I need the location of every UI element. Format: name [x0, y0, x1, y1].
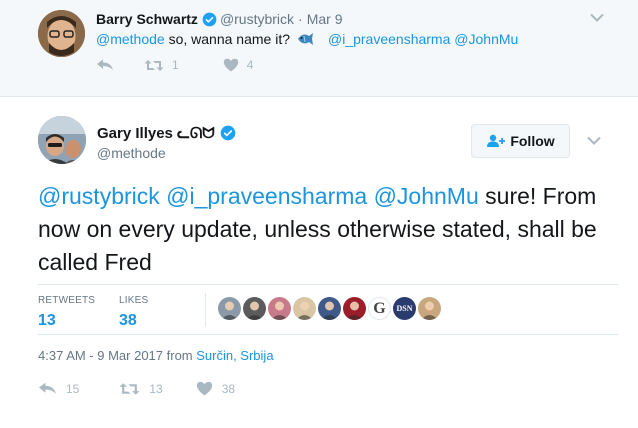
heart-icon — [196, 381, 212, 396]
location-link[interactable]: Surčin, Srbija — [196, 348, 273, 363]
retweets-value: 13 — [38, 312, 56, 329]
verified-badge-icon — [202, 12, 217, 26]
retweet-count: 13 — [149, 381, 163, 396]
reply-count: 15 — [66, 381, 80, 396]
barry-avatar[interactable] — [38, 10, 85, 57]
mention-links[interactable]: @rustybrick @i_praveensharma @JohnMu — [38, 183, 479, 209]
liker-avatar[interactable] — [343, 297, 366, 320]
main-handle[interactable]: @methode — [97, 145, 166, 161]
liker-avatar[interactable] — [218, 297, 241, 320]
reply-button[interactable] — [96, 59, 122, 71]
like-count: 38 — [221, 381, 236, 396]
retweet-icon — [144, 59, 164, 71]
parent-action-bar: 1 4 — [96, 58, 287, 72]
like-count: 4 — [246, 58, 254, 72]
liker-avatar[interactable]: G — [368, 297, 391, 320]
parent-tweet[interactable]: Barry Schwartz @rustybrick · Mar 9 @meth… — [0, 0, 638, 97]
likes-value: 38 — [119, 312, 137, 329]
parent-handle[interactable]: @rustybrick — [220, 11, 294, 27]
retweets-label: RETWEETS — [38, 295, 96, 306]
mention-link[interactable]: @methode — [96, 31, 165, 47]
mention-link[interactable]: @i_praveensharma — [328, 31, 450, 47]
like-button[interactable]: 4 — [223, 58, 254, 72]
likes-label: LIKES — [119, 295, 149, 306]
retweets-stat[interactable]: RETWEETS 13 — [38, 295, 95, 330]
retweet-icon — [119, 382, 140, 395]
tweet-stats: RETWEETS 13 LIKES 38 G DSN — [38, 284, 618, 335]
chevron-down-icon[interactable] — [590, 13, 604, 22]
tweet-timestamp: 4:37 AM - 9 Mar 2017 from Surčin, Srbija — [38, 348, 274, 363]
main-action-bar: 15 13 38 — [38, 381, 265, 396]
chevron-down-icon[interactable] — [587, 136, 601, 145]
retweet-count: 1 — [172, 58, 179, 72]
parent-tweet-text: @methode so, wanna name it? @i_praveensh… — [96, 31, 518, 47]
liker-avatar[interactable] — [268, 297, 291, 320]
liker-avatar[interactable] — [318, 297, 341, 320]
main-tweet-text: @rustybrick @i_praveensharma @JohnMu sur… — [38, 180, 618, 279]
main-author-name[interactable]: Gary Illyes ᓚᘏᗢ — [97, 124, 215, 142]
retweet-button[interactable]: 1 — [144, 58, 179, 72]
parent-author-name[interactable]: Barry Schwartz — [96, 11, 198, 27]
liker-avatars: G DSN — [218, 297, 443, 320]
parent-text-body: so, wanna name it? — [164, 31, 290, 47]
liker-avatar-label: DSN — [396, 304, 413, 313]
follow-button[interactable]: Follow — [471, 124, 570, 158]
reply-icon — [39, 382, 56, 394]
liker-avatar[interactable]: DSN — [393, 297, 416, 320]
heart-icon — [223, 58, 238, 72]
fish-emoji-icon — [298, 33, 313, 45]
reply-button[interactable]: 15 — [38, 382, 79, 396]
likes-stat[interactable]: LIKES 38 — [119, 295, 148, 330]
reply-icon — [97, 59, 113, 70]
liker-avatar[interactable] — [418, 297, 441, 320]
verified-badge-icon — [220, 125, 236, 141]
stats-divider — [205, 293, 206, 327]
liker-avatar[interactable] — [293, 297, 316, 320]
parent-date-link[interactable]: Mar 9 — [307, 11, 343, 27]
timestamp-text: 4:37 AM - 9 Mar 2017 from — [38, 348, 197, 363]
like-button[interactable]: 38 — [196, 381, 235, 396]
follow-person-icon — [487, 134, 506, 147]
retweet-button[interactable]: 13 — [119, 381, 163, 396]
separator-dot: · — [298, 11, 303, 27]
liker-avatar-label: G — [373, 299, 386, 317]
mention-link[interactable]: @JohnMu — [454, 31, 518, 47]
follow-label: Follow — [510, 133, 555, 149]
gary-avatar[interactable] — [38, 116, 86, 164]
liker-avatar[interactable] — [243, 297, 266, 320]
